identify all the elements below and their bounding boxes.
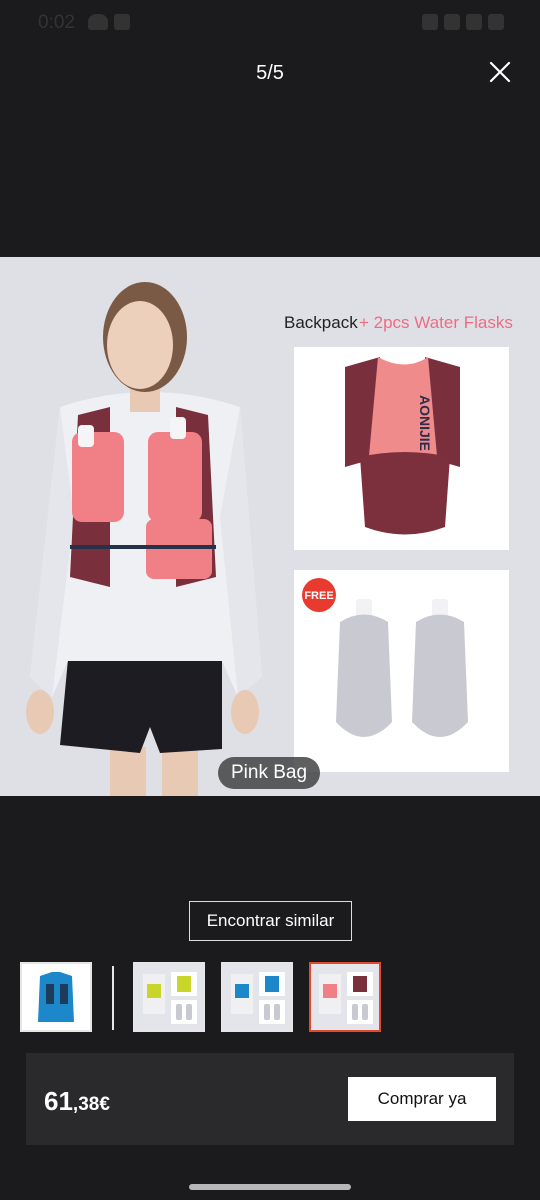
cloud-icon (88, 14, 108, 30)
status-right-icons (422, 14, 504, 30)
price: 61,38€ (44, 1086, 110, 1117)
signal-icon (466, 14, 482, 30)
purchase-bar: 61,38€ Comprar ya (26, 1053, 514, 1145)
thumbnail-pink-variant[interactable] (309, 962, 381, 1032)
viewer-header: 5/5 (0, 48, 540, 96)
thumbnail-divider (112, 966, 114, 1030)
thumbnail-yellow-variant[interactable] (133, 962, 205, 1032)
status-bar: 0:02 (0, 0, 540, 48)
home-indicator[interactable] (189, 1184, 351, 1190)
free-badge: FREE (304, 590, 333, 602)
page-counter: 5/5 (256, 62, 284, 84)
thumbnail-blue-variant[interactable] (221, 962, 293, 1032)
battery-icon (488, 14, 504, 30)
product-image[interactable]: Backpack + 2pcs Water Flasks AONIJIE FRE… (0, 257, 540, 796)
bluetooth-icon (422, 14, 438, 30)
product-photo: Backpack + 2pcs Water Flasks AONIJIE FRE… (0, 257, 540, 796)
buy-now-button[interactable]: Comprar ya (348, 1077, 496, 1121)
thumbnail-strip (0, 962, 540, 1032)
price-integer: 61 (44, 1086, 73, 1116)
status-left-icons (88, 14, 130, 30)
thumbnail-blue-vest[interactable] (20, 962, 92, 1032)
heading-black: Backpack (284, 313, 358, 332)
heading-pink: + 2pcs Water Flasks (359, 313, 513, 332)
notification-icon (114, 14, 130, 30)
status-time: 0:02 (38, 12, 75, 33)
vest-brand-text: AONIJIE (417, 395, 433, 451)
network-icon (444, 14, 460, 30)
find-similar-button[interactable]: Encontrar similar (189, 901, 352, 941)
price-decimal: ,38€ (72, 1094, 110, 1115)
close-icon[interactable] (488, 60, 512, 84)
image-variant-label: Pink Bag (218, 757, 321, 789)
